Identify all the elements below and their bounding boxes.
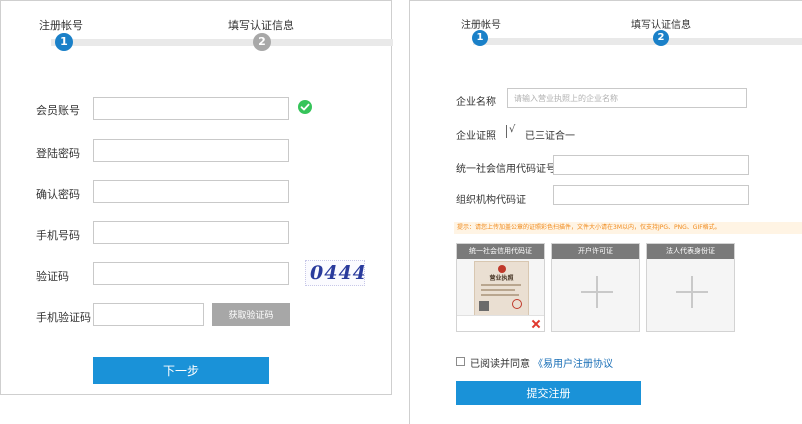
upload-title: 法人代表身份证	[647, 244, 734, 259]
upload-legal-id[interactable]: 法人代表身份证	[646, 243, 735, 332]
org-code-input[interactable]	[553, 185, 749, 205]
license-title: 营业执照	[489, 275, 514, 282]
confirm-password-label: 确认密码	[36, 188, 80, 201]
step-1-indicator: 1	[55, 33, 73, 51]
step-2-label: 填写认证信息	[631, 20, 691, 31]
credit-code-input[interactable]	[553, 155, 749, 175]
emblem-icon	[498, 265, 506, 273]
upload-notice: 提示：请您上传加盖公章的证照彩色扫描件，文件大小请在3M以内，仅支持JPG、PN…	[454, 222, 802, 234]
step-progress-track	[473, 38, 802, 45]
step-1-label: 注册帐号	[39, 19, 83, 32]
user-agreement-link[interactable]: 《易用户注册协议	[533, 355, 613, 370]
captcha-image[interactable]: 0444	[305, 260, 365, 286]
step-progress-track	[51, 39, 393, 46]
upload-title: 统一社会信用代码证	[457, 244, 544, 259]
upload-credit-certificate[interactable]: 统一社会信用代码证 营业执照	[456, 243, 545, 332]
next-step-button[interactable]: 下一步	[93, 357, 269, 384]
phone-number-input[interactable]	[93, 221, 289, 244]
company-certificate-label: 企业证照	[456, 131, 496, 142]
company-name-label: 企业名称	[456, 97, 496, 108]
plus-icon	[581, 276, 613, 308]
three-in-one-label: 已三证合一	[525, 131, 575, 142]
company-name-input[interactable]	[507, 88, 747, 108]
sms-code-label: 手机验证码	[36, 311, 91, 324]
sms-code-input[interactable]	[93, 303, 204, 326]
member-account-label: 会员账号	[36, 104, 80, 117]
step-1-indicator: 1	[472, 30, 488, 46]
step-1-label: 注册帐号	[461, 20, 501, 31]
login-password-input[interactable]	[93, 139, 289, 162]
agree-checkbox[interactable]	[456, 357, 465, 366]
submit-registration-button[interactable]: 提交注册	[456, 381, 641, 405]
seal-icon	[512, 299, 522, 309]
qr-code-icon	[479, 301, 489, 311]
step-2-label: 填写认证信息	[228, 19, 294, 32]
license-text-line	[481, 284, 521, 286]
agree-text: 已阅读并同意	[470, 359, 530, 370]
upload-title: 开户许可证	[552, 244, 639, 259]
certification-info-panel: 注册帐号 1 填写认证信息 2 企业名称 企业证照 √ 已三证合一 统一社会信用…	[409, 0, 802, 424]
plus-icon	[676, 276, 708, 308]
credit-code-label: 统一社会信用代码证号	[456, 164, 556, 175]
three-in-one-checkbox[interactable]: √	[506, 124, 516, 138]
phone-number-label: 手机号码	[36, 229, 80, 242]
license-text-line	[481, 294, 519, 296]
step-2-indicator: 2	[653, 30, 669, 46]
upload-bank-permit[interactable]: 开户许可证	[551, 243, 640, 332]
member-account-input[interactable]	[93, 97, 289, 120]
captcha-code-text: 0444	[310, 262, 365, 284]
delete-icon[interactable]	[530, 318, 542, 330]
login-password-label: 登陆密码	[36, 147, 80, 160]
captcha-label: 验证码	[36, 270, 69, 283]
captcha-input[interactable]	[93, 262, 289, 285]
org-code-label: 组织机构代码证	[456, 195, 526, 206]
confirm-password-input[interactable]	[93, 180, 289, 203]
step-2-indicator: 2	[253, 33, 271, 51]
account-valid-check-icon	[298, 100, 312, 114]
license-text-line	[481, 289, 515, 291]
register-account-panel: 注册帐号 1 填写认证信息 2 会员账号 登陆密码 确认密码 手机号码 验证码 …	[0, 0, 393, 395]
get-sms-code-button[interactable]: 获取验证码	[212, 303, 290, 326]
business-license-thumbnail: 营业执照	[474, 261, 529, 316]
check-icon: √	[509, 124, 516, 135]
